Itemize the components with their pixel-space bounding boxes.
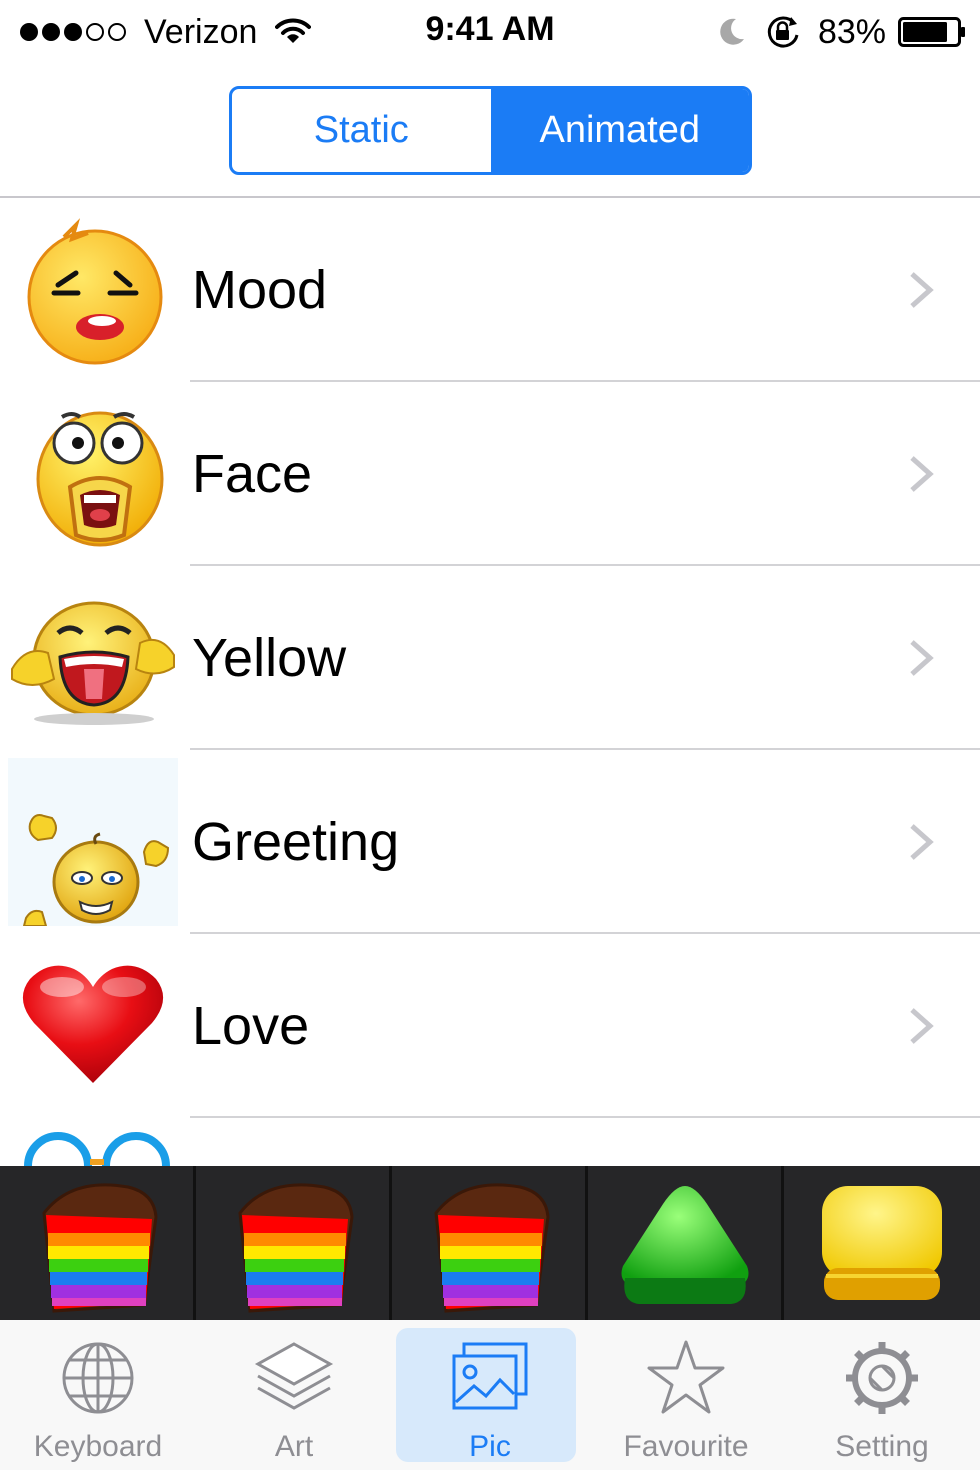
chevron-right-icon <box>910 456 934 492</box>
status-bar: Verizon 9:41 AM 83% <box>0 0 980 66</box>
rainbow-cake-icon[interactable] <box>196 1166 392 1320</box>
sleepy-emoji-icon <box>8 206 178 374</box>
globe-icon <box>62 1342 134 1414</box>
yellow-candy-icon[interactable] <box>784 1166 980 1320</box>
category-row-greeting[interactable]: Greeting <box>0 750 980 934</box>
chevron-right-icon <box>910 272 934 308</box>
tab-bar: Keyboard Art Pic Favourite Setting <box>0 1320 980 1470</box>
battery-percentage: 83% <box>817 12 886 51</box>
gear-icon <box>846 1342 918 1414</box>
category-row-partial[interactable] <box>0 1118 980 1166</box>
glasses-emoji-icon <box>8 1126 178 1166</box>
category-label: Love <box>192 996 310 1056</box>
tab-label: Art <box>274 1430 314 1463</box>
rainbow-cake-icon[interactable] <box>392 1166 588 1320</box>
waving-emoji-icon <box>8 758 178 926</box>
status-right-group: 83% <box>714 10 966 54</box>
chevron-right-icon <box>910 824 934 860</box>
star-icon <box>647 1340 725 1414</box>
green-candy-icon[interactable] <box>588 1166 784 1320</box>
tab-label: Setting <box>835 1430 929 1463</box>
static-animated-segmented-control: Static Animated <box>229 86 752 175</box>
segment-static[interactable]: Static <box>232 89 491 172</box>
rainbow-cake-icon[interactable] <box>0 1166 196 1320</box>
tab-setting[interactable]: Setting <box>784 1320 980 1470</box>
tab-favourite[interactable]: Favourite <box>588 1320 784 1470</box>
category-list[interactable]: Mood Face Yellow Greeting Love <box>0 198 980 1166</box>
red-heart-icon <box>8 942 178 1110</box>
tab-label: Keyboard <box>33 1430 163 1463</box>
tab-keyboard[interactable]: Keyboard <box>0 1320 196 1470</box>
screaming-emoji-icon <box>8 390 178 558</box>
tab-art[interactable]: Art <box>196 1320 392 1470</box>
category-label: Greeting <box>192 812 400 872</box>
category-row-love[interactable]: Love <box>0 934 980 1118</box>
laughing-emoji-icon <box>8 574 178 742</box>
tab-pic[interactable]: Pic <box>392 1320 588 1470</box>
segment-animated[interactable]: Animated <box>490 89 749 172</box>
category-row-mood[interactable]: Mood <box>0 198 980 382</box>
category-label: Yellow <box>192 628 347 688</box>
category-row-yellow[interactable]: Yellow <box>0 566 980 750</box>
category-row-face[interactable]: Face <box>0 382 980 566</box>
category-label: Mood <box>192 260 328 320</box>
tab-label: Pic <box>469 1430 511 1463</box>
rotation-lock-icon <box>767 16 799 48</box>
candy-banner[interactable] <box>0 1166 980 1320</box>
battery-icon <box>898 17 965 47</box>
layers-icon <box>254 1342 334 1410</box>
picture-icon <box>452 1342 528 1410</box>
tab-label: Favourite <box>623 1430 749 1463</box>
chevron-right-icon <box>910 1008 934 1044</box>
chevron-right-icon <box>910 640 934 676</box>
moon-icon <box>720 18 744 45</box>
category-label: Face <box>192 444 313 504</box>
